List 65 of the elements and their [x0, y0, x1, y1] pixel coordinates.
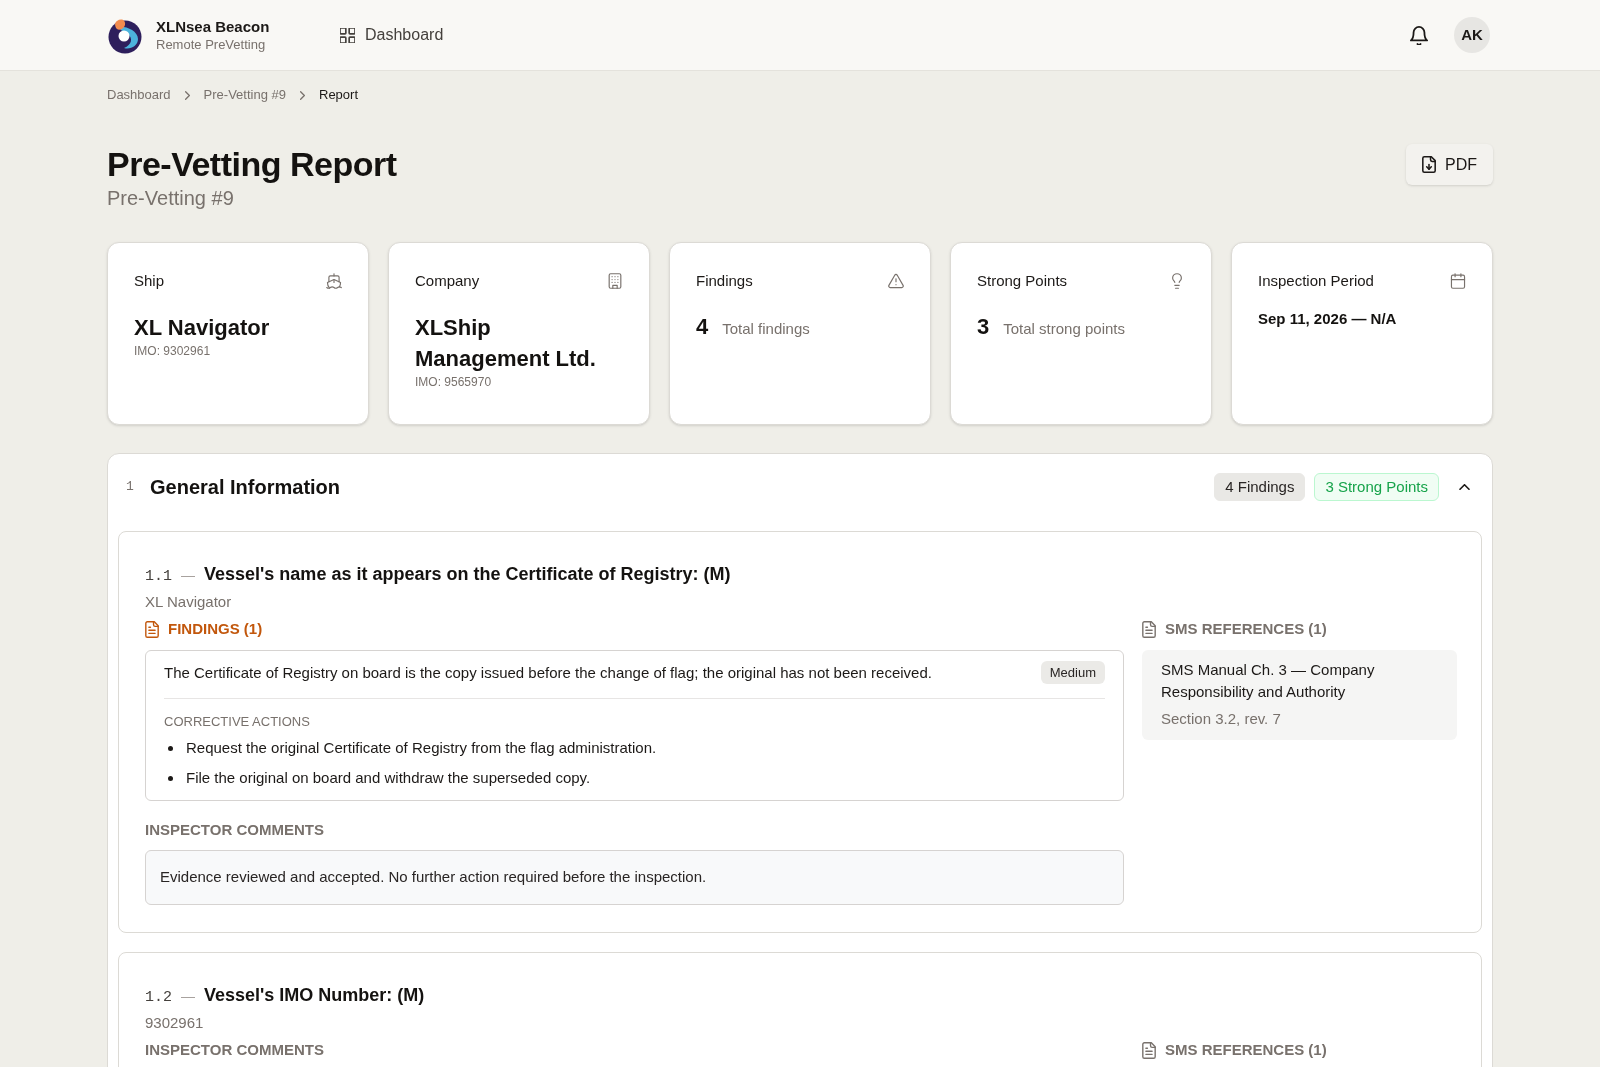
bullet-icon	[168, 775, 173, 781]
card-value: XL Navigator	[134, 314, 271, 342]
card-label: Company	[415, 271, 480, 291]
brand-name: XLNsea Beacon	[156, 16, 270, 36]
card-detail: Total findings	[722, 319, 810, 339]
chevron-right-icon	[300, 90, 305, 100]
building-icon	[607, 273, 623, 289]
question-title: Vessel's IMO Number: (M)	[204, 984, 425, 1007]
card-value: XLShip Management Ltd.	[415, 314, 597, 373]
card-detail: Total strong points	[1003, 319, 1125, 339]
answer-text: XL Navigator	[145, 592, 233, 612]
comments-heading: INSPECTOR COMMENTS	[145, 820, 325, 840]
lightbulb-icon	[1169, 273, 1185, 289]
pdf-download-button[interactable]: PDF	[1406, 144, 1493, 185]
page-subtitle: Pre-Vetting #9	[107, 186, 235, 211]
findings-heading: FINDINGS (1)	[168, 618, 263, 639]
card-value: 4	[696, 313, 709, 341]
question-title: Vessel's name as it appears on the Certificate of Registry: (M)	[204, 563, 731, 586]
page-title: Pre-Vetting Report	[107, 144, 397, 184]
corrective-actions-heading: CORRECTIVE ACTIONS	[164, 713, 311, 731]
question-number: 1.1	[145, 567, 172, 587]
card-label: Ship	[134, 271, 165, 291]
calendar-icon	[1450, 273, 1466, 289]
chevron-right-icon	[184, 90, 190, 100]
bullet-icon	[168, 745, 173, 751]
ship-icon	[326, 273, 342, 289]
nav-link[interactable]: Dashboard	[334, 19, 450, 51]
brand-tagline: Remote PreVetting	[156, 35, 267, 54]
breadcrumb-link[interactable]: Pre-Vetting #9	[203, 87, 286, 103]
corrective-action: Request the original Certificate of Registry from the flag administration.	[186, 738, 657, 758]
collapse-chevron-icon[interactable]	[1459, 484, 1470, 490]
question-number: 1.2	[145, 988, 172, 1008]
card-label: Inspection Period	[1258, 271, 1374, 291]
warning-icon	[888, 273, 904, 289]
comments-heading: INSPECTOR COMMENTS	[145, 1040, 325, 1060]
card-value: Sep 11, 2026 — N/A	[1258, 309, 1398, 329]
section-title: General Information	[150, 475, 341, 500]
answer-text: 9302961	[145, 1013, 205, 1033]
section-number: 1	[126, 478, 135, 497]
dashboard-icon	[340, 27, 355, 43]
severity-badge: Medium	[1040, 661, 1105, 684]
sms-reference-title: SMS Manual Ch. 3 — Company Responsibility and Authority	[1161, 660, 1376, 702]
document-icon	[1142, 1041, 1156, 1059]
user-avatar[interactable]: AK	[1454, 17, 1490, 53]
dash-separator: —	[181, 987, 195, 1006]
card-detail: IMO: 9302961	[134, 343, 212, 359]
strong-points-badge: 3 Strong Points	[1314, 473, 1439, 501]
sms-reference-detail: Section 3.2, rev. 7	[1161, 709, 1282, 729]
document-icon	[1142, 620, 1156, 638]
breadcrumb-current-page: Report	[319, 87, 359, 103]
document-icon	[145, 620, 159, 638]
dash-separator: —	[181, 566, 195, 585]
file-download-icon	[1422, 156, 1436, 173]
card-label: Findings	[696, 271, 753, 291]
card-label: Strong Points	[977, 271, 1068, 291]
sms-references-heading: SMS REFERENCES (1)	[1165, 618, 1327, 639]
sms-references-heading: SMS REFERENCES (1)	[1165, 1039, 1327, 1060]
inspector-comment: Evidence reviewed and accepted. No further action required before the inspection.	[145, 850, 1124, 905]
breadcrumb-link[interactable]: Dashboard	[107, 87, 171, 103]
finding-text: The Certificate of Registry on board is the copy issued before the change of flag; the original has not been received.	[164, 663, 932, 683]
notifications-bell-icon[interactable]	[1410, 25, 1428, 45]
card-value: 3	[977, 313, 990, 341]
findings-count-badge: 4 Findings	[1214, 473, 1306, 501]
corrective-action: File the original on board and withdraw the superseded copy.	[186, 768, 591, 788]
card-detail: IMO: 9565970	[415, 374, 493, 390]
